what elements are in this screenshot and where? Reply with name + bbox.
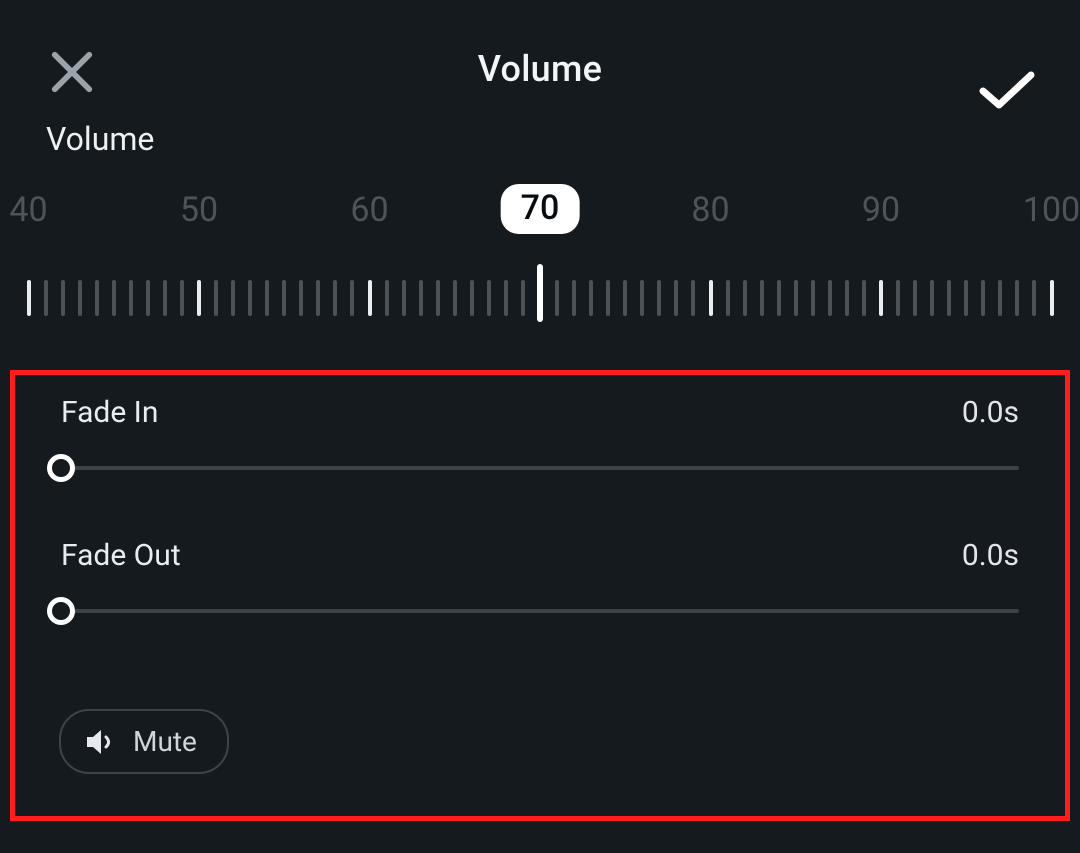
fade-in-track [61,466,1019,470]
ruler-tick [470,280,474,316]
ruler-tick [862,280,866,316]
fade-out-value: 0.0s [962,538,1019,573]
mute-label: Mute [133,725,197,758]
ruler-label-100: 100 [1023,190,1080,230]
close-icon [49,49,95,95]
ruler-tick [760,280,764,316]
fade-out-thumb[interactable] [47,597,75,625]
speaker-icon [85,728,117,756]
ruler-tick [333,280,337,316]
ruler-tick [436,280,440,316]
ruler-tick [657,280,661,316]
ruler-tick [964,280,968,316]
ruler-tick [930,280,934,316]
ruler-tick [44,280,48,316]
fade-in-group: Fade In 0.0s Fade Out 0.0s [15,375,1065,697]
fade-in-row: Fade In 0.0s [61,395,1019,430]
ruler-tick [589,280,593,316]
ruler-tick [95,280,99,316]
ruler-tick [350,280,354,316]
ruler-tick [606,280,610,316]
ruler-tick [299,280,303,316]
ruler-tick [316,280,320,316]
ruler-tick [146,280,150,316]
ruler-tick [845,280,849,316]
ruler-label-50: 50 [180,190,218,230]
ruler-tick [265,280,269,316]
ruler-tick [453,280,457,316]
ruler-tick [623,280,627,316]
ruler-label-60: 60 [350,190,388,230]
ruler-tick [112,280,116,316]
ruler-tick [163,280,167,316]
volume-panel: Volume Volume 40 50 60 70 80 90 100 Fade In 0.… [0,0,1080,853]
section-label-volume: Volume [0,120,1080,158]
mute-button[interactable]: Mute [59,709,229,774]
ruler-tick [794,280,798,316]
fade-in-label: Fade In [61,395,158,430]
fade-out-track [61,609,1019,613]
ruler-tick [777,280,781,316]
panel-header: Volume [0,26,1080,112]
ruler-tick [743,280,747,316]
ruler-tick [129,280,133,316]
ruler-label-70: 70 [501,184,580,234]
fade-out-label: Fade Out [61,538,181,573]
ruler-tick [913,280,917,316]
ruler-tick [828,280,832,316]
fade-in-slider[interactable] [61,454,1019,482]
ruler-tick [61,280,65,316]
confirm-button[interactable] [978,60,1036,118]
fade-highlight-box: Fade In 0.0s Fade Out 0.0s Mute [10,370,1070,821]
fade-out-slider[interactable] [61,597,1019,625]
ruler-tick [674,280,678,316]
fade-in-value: 0.0s [962,395,1019,430]
ruler-tick [504,280,508,316]
panel-title: Volume [478,48,603,90]
ruler-tick [726,280,730,316]
ruler-tick [180,280,184,316]
ruler-label-80: 80 [691,190,729,230]
volume-ruler[interactable]: 40 50 60 70 80 90 100 [0,172,1080,342]
ruler-tick [248,280,252,316]
ruler-tick [385,280,389,316]
ruler-number-row: 405060708090100 [0,190,1080,250]
ruler-tick [1015,280,1019,316]
ruler-tick [521,280,525,316]
ruler-tick [947,280,951,316]
fade-in-thumb[interactable] [47,454,75,482]
check-icon [979,69,1035,109]
ruler-tick [214,280,218,316]
ruler-tick [402,280,406,316]
ruler-tick [197,280,201,316]
ruler-tick [981,280,985,316]
ruler-tick [572,280,576,316]
ruler-tick-row [0,274,1080,322]
ruler-tick [231,280,235,316]
ruler-tick [487,280,491,316]
ruler-tick [1032,280,1036,316]
ruler-tick [282,280,286,316]
ruler-tick [709,280,713,316]
ruler-tick [537,264,543,322]
ruler-tick [691,280,695,316]
ruler-tick [896,280,900,316]
ruler-tick [998,280,1002,316]
ruler-tick [27,280,31,316]
ruler-tick [811,280,815,316]
fade-out-row: Fade Out 0.0s [61,538,1019,573]
ruler-label-40: 40 [9,190,47,230]
ruler-tick [555,280,559,316]
ruler-tick [879,280,883,316]
ruler-tick [1050,280,1054,316]
ruler-tick [78,280,82,316]
ruler-label-90: 90 [862,190,900,230]
close-button[interactable] [44,44,100,100]
ruler-tick [419,280,423,316]
ruler-tick [640,280,644,316]
ruler-tick [368,280,372,316]
